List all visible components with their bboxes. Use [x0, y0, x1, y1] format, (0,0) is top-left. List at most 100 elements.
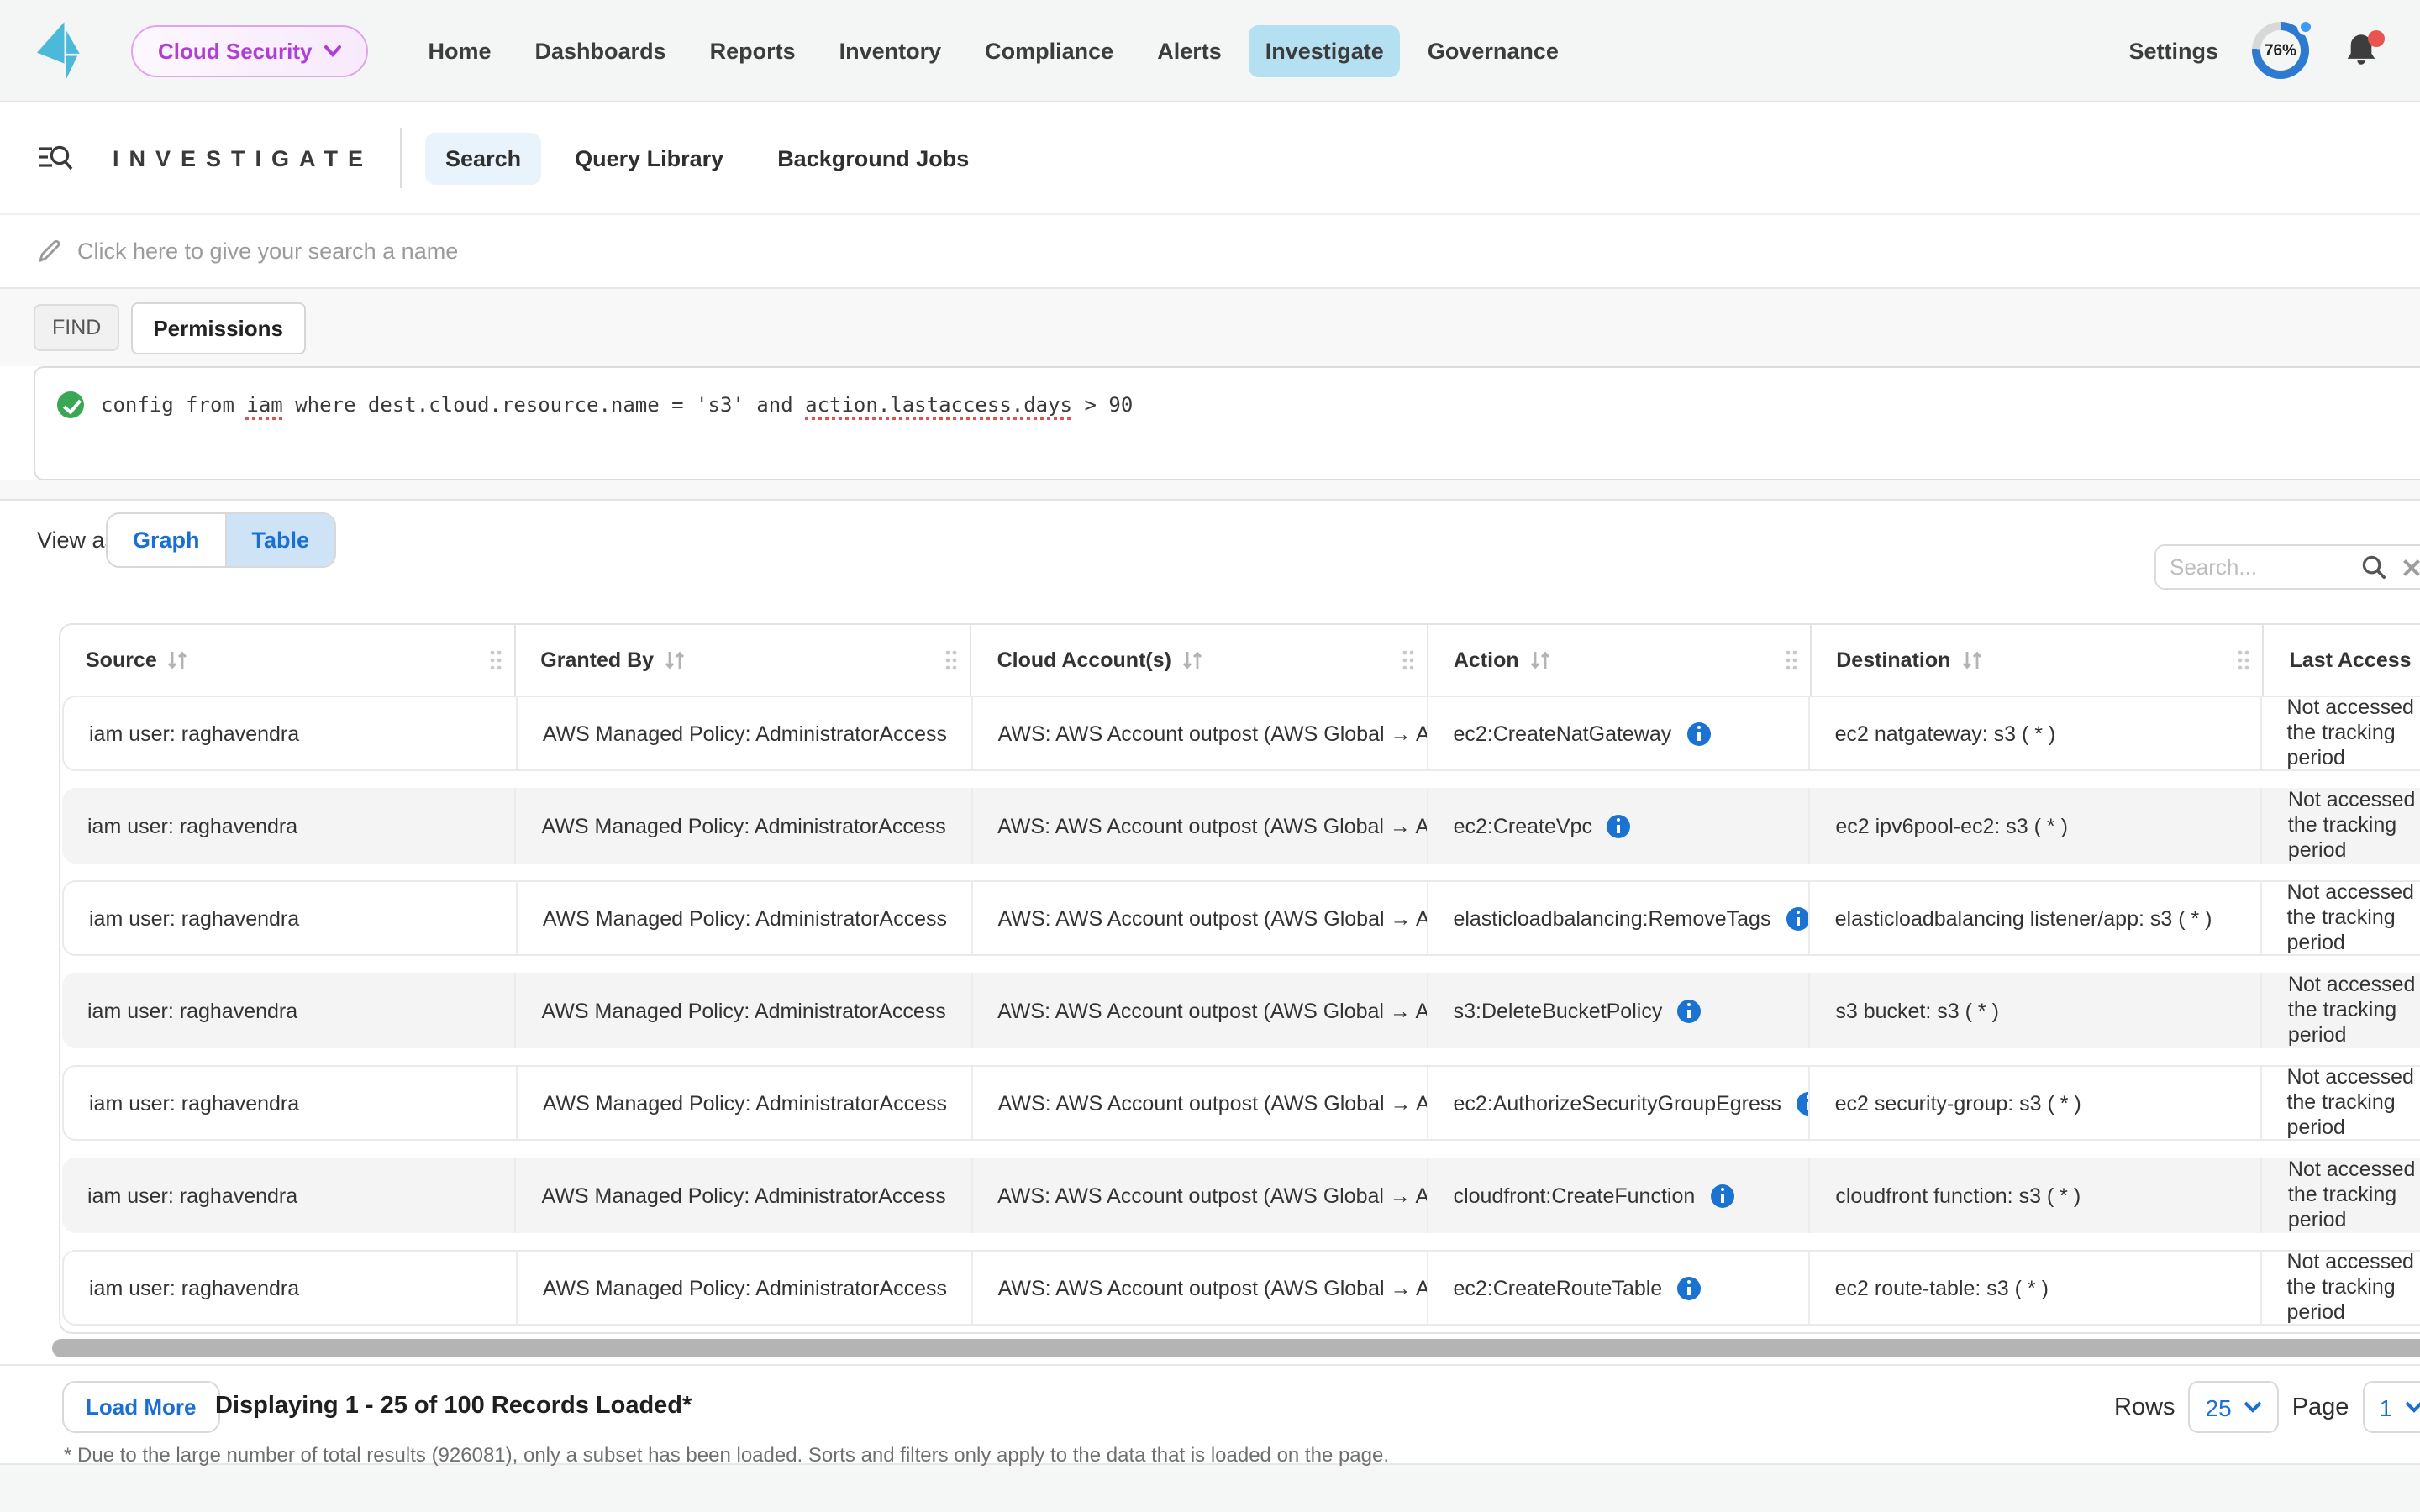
- chevron-down-icon: [2244, 1401, 2262, 1413]
- prisma-cloud-logo-icon[interactable]: [37, 22, 81, 79]
- action-text: cloudfront:CreateFunction: [1454, 1184, 1696, 1207]
- top-navigation-bar: Cloud Security Home Dashboards Reports I…: [0, 0, 2420, 102]
- tab-query-library[interactable]: Query Library: [555, 132, 744, 184]
- action-text: ec2:CreateVpc: [1454, 814, 1592, 837]
- view-as-label: View as: [37, 528, 116, 553]
- nav-item-reports[interactable]: Reports: [693, 24, 813, 76]
- query-editor[interactable]: config from iam where dest.cloud.resourc…: [34, 366, 2420, 480]
- notification-badge: [2368, 30, 2385, 47]
- query-text: config from iam where dest.cloud.resourc…: [101, 390, 1133, 417]
- top-right-controls: Settings 76%: [2128, 22, 2380, 79]
- nav-item-dashboards[interactable]: Dashboards: [518, 24, 683, 76]
- nav-item-governance[interactable]: Governance: [1411, 24, 1576, 76]
- footer-divider: [0, 1364, 2420, 1366]
- column-drag-handle[interactable]: [945, 649, 959, 671]
- cell-cloud-accounts: AWS: AWS Account outpost (AWS Global → A…: [972, 788, 1428, 864]
- action-text: ec2:AuthorizeSecurityGroupEgress: [1453, 1091, 1781, 1115]
- cell-destination: ec2 natgateway: s3 ( * ): [1810, 697, 2262, 769]
- table-row[interactable]: iam user: raghavendra AWS Managed Policy…: [62, 1158, 2420, 1233]
- cell-action: ec2:CreateRouteTable: [1428, 1252, 1809, 1324]
- tab-search[interactable]: Search: [425, 132, 541, 184]
- info-icon[interactable]: [1710, 1184, 1733, 1207]
- info-icon[interactable]: [1677, 999, 1701, 1022]
- sort-icon[interactable]: [1960, 650, 1982, 670]
- column-header-destination[interactable]: Destination: [1811, 625, 2264, 696]
- view-toggle-table[interactable]: Table: [225, 514, 335, 566]
- nav-item-home[interactable]: Home: [412, 24, 508, 76]
- table-row[interactable]: iam user: raghavendra AWS Managed Policy…: [62, 788, 2420, 864]
- query-type-bar: FIND Permissions: [0, 289, 2420, 366]
- main-nav: Home Dashboards Reports Inventory Compli…: [412, 24, 1576, 76]
- find-chip: FIND: [34, 304, 119, 351]
- table-row[interactable]: iam user: raghavendra AWS Managed Policy…: [62, 1250, 2420, 1326]
- cell-destination: s3 bucket: s3 ( * ): [1810, 973, 2263, 1048]
- page-select[interactable]: 1: [2362, 1381, 2420, 1433]
- view-toggle: Graph Table: [106, 512, 336, 568]
- info-icon[interactable]: [1686, 722, 1710, 745]
- load-more-button[interactable]: Load More: [62, 1381, 219, 1433]
- results-table: Source Granted By Cloud Account(s) Actio…: [59, 623, 2420, 1334]
- notifications-button[interactable]: [2343, 32, 2380, 69]
- cell-source: iam user: raghavendra: [64, 1252, 518, 1324]
- info-icon[interactable]: [1797, 1091, 1810, 1115]
- nav-item-compliance[interactable]: Compliance: [968, 24, 1130, 76]
- cell-granted-by: AWS Managed Policy: AdministratorAccess: [518, 1252, 973, 1324]
- cell-granted-by: AWS Managed Policy: AdministratorAccess: [517, 788, 973, 864]
- cell-destination: ec2 security-group: s3 ( * ): [1810, 1067, 2262, 1139]
- column-label: Destination: [1836, 648, 1950, 672]
- column-header-granted-by[interactable]: Granted By: [515, 625, 971, 696]
- sort-icon[interactable]: [664, 650, 686, 670]
- column-header-cloud-accounts[interactable]: Cloud Account(s): [972, 625, 1428, 696]
- permissions-tab[interactable]: Permissions: [131, 302, 305, 354]
- info-icon[interactable]: [1677, 1276, 1701, 1299]
- column-drag-handle[interactable]: [2238, 649, 2251, 671]
- column-drag-handle[interactable]: [1402, 649, 1415, 671]
- page-title: INVESTIGATE: [113, 145, 373, 171]
- last-access-text: Not accessed in the tracking period: [2286, 882, 2420, 954]
- action-text: ec2:CreateRouteTable: [1453, 1276, 1662, 1299]
- column-header-action[interactable]: Action: [1428, 625, 1811, 696]
- info-icon[interactable]: [1607, 814, 1631, 837]
- settings-link[interactable]: Settings: [2128, 38, 2218, 63]
- column-label: Action: [1454, 648, 1519, 672]
- nav-item-inventory[interactable]: Inventory: [823, 24, 959, 76]
- action-text: elasticloadbalancing:RemoveTags: [1453, 906, 1770, 930]
- table-row[interactable]: iam user: raghavendra AWS Managed Policy…: [62, 696, 2420, 771]
- tab-background-jobs[interactable]: Background Jobs: [757, 132, 989, 184]
- cell-granted-by: AWS Managed Policy: AdministratorAccess: [517, 973, 973, 1048]
- sort-icon[interactable]: [1529, 650, 1551, 670]
- table-row[interactable]: iam user: raghavendra AWS Managed Policy…: [62, 1065, 2420, 1141]
- table-row[interactable]: iam user: raghavendra AWS Managed Policy…: [62, 880, 2420, 956]
- table-search-input[interactable]: [2170, 554, 2346, 580]
- sort-icon[interactable]: [167, 650, 189, 670]
- query-seg-underlined: action.lastaccess.days: [805, 393, 1072, 417]
- cell-destination: ec2 route-table: s3 ( * ): [1810, 1252, 2262, 1324]
- info-icon[interactable]: [1786, 906, 1809, 930]
- cell-cloud-accounts: AWS: AWS Account outpost (AWS Global → A…: [973, 697, 1428, 769]
- search-icon[interactable]: [2361, 554, 2386, 580]
- cell-last-access: Not accessed in the tracking period: [2261, 697, 2420, 769]
- cell-cloud-accounts: AWS: AWS Account outpost (AWS Global → A…: [973, 882, 1428, 954]
- usage-percent-label: 76%: [2260, 30, 2301, 71]
- clear-search-icon[interactable]: [2402, 557, 2420, 577]
- nav-item-alerts[interactable]: Alerts: [1140, 24, 1239, 76]
- usage-progress-ring[interactable]: 76%: [2252, 22, 2309, 79]
- product-switcher[interactable]: Cloud Security: [131, 24, 368, 76]
- cell-last-access: Not accessed in the tracking period: [2263, 1158, 2420, 1233]
- column-header-last-access[interactable]: Last Access: [2265, 625, 2420, 696]
- nav-item-investigate[interactable]: Investigate: [1249, 24, 1401, 76]
- rows-per-page-select[interactable]: 25: [2189, 1381, 2279, 1433]
- rows-per-page-value: 25: [2206, 1394, 2232, 1420]
- horizontal-scrollbar[interactable]: [52, 1339, 2420, 1357]
- cell-action: cloudfront:CreateFunction: [1428, 1158, 1811, 1233]
- column-drag-handle[interactable]: [1784, 649, 1797, 671]
- results-footnote: * Due to the large number of total resul…: [64, 1443, 1389, 1467]
- view-toggle-graph[interactable]: Graph: [108, 514, 225, 566]
- cell-action: s3:DeleteBucketPolicy: [1428, 973, 1811, 1048]
- table-row[interactable]: iam user: raghavendra AWS Managed Policy…: [62, 973, 2420, 1048]
- column-drag-handle[interactable]: [488, 649, 502, 671]
- column-header-source[interactable]: Source: [60, 625, 515, 696]
- search-name-field[interactable]: Click here to give your search a name: [0, 215, 2420, 289]
- section-divider-strip: [0, 480, 2420, 501]
- sort-icon[interactable]: [1181, 650, 1203, 670]
